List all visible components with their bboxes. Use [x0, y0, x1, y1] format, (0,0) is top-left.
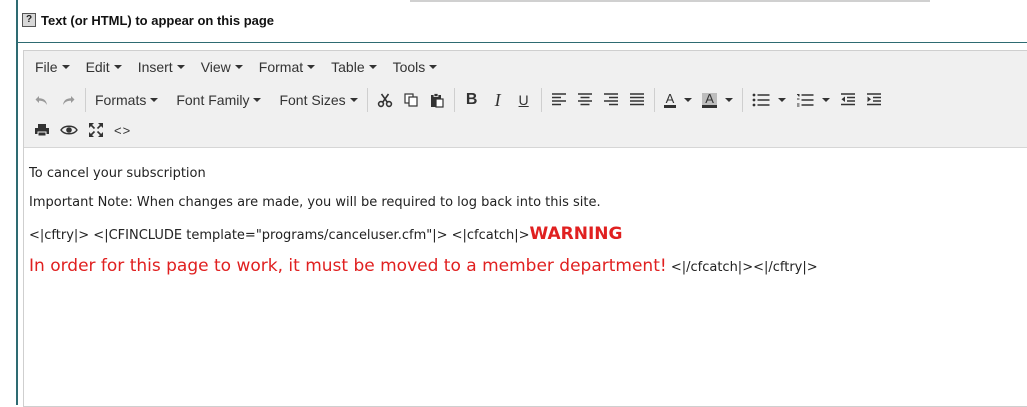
caret-down-icon: [368, 65, 377, 69]
caret-down-icon: [253, 98, 262, 102]
cfml-code-open: <|cftry|> <|CFINCLUDE template="programs…: [29, 228, 530, 243]
cfml-code-close: <|/cfcatch|><|/cftry|>: [666, 260, 818, 275]
preview-button[interactable]: [55, 117, 83, 143]
text-color-icon: A: [663, 90, 677, 108]
outdent-button[interactable]: [835, 87, 861, 113]
copy-button[interactable]: [398, 87, 424, 113]
outdent-icon: [840, 93, 855, 106]
rich-text-editor: File Edit Insert View Format Table Tools…: [23, 50, 1027, 407]
align-left-button[interactable]: [546, 87, 572, 113]
toolbar-separator: [741, 88, 743, 112]
section-divider: [18, 42, 1027, 43]
align-left-icon: [551, 93, 566, 106]
caret-down-icon: [61, 65, 70, 69]
paste-button[interactable]: [424, 87, 450, 113]
caret-down-icon: [821, 98, 830, 102]
caret-down-icon: [429, 65, 438, 69]
fullscreen-icon: [89, 123, 103, 137]
menu-tools[interactable]: Tools: [385, 51, 446, 83]
content-line-code: <|cftry|> <|CFINCLUDE template="programs…: [29, 224, 1027, 244]
warning-heading: WARNING: [529, 224, 623, 244]
caret-down-icon: [349, 98, 358, 102]
undo-icon: [35, 96, 47, 105]
indent-icon: [866, 93, 881, 106]
caret-down-icon: [176, 65, 185, 69]
toolbar-separator: [366, 88, 368, 112]
underline-button[interactable]: U: [511, 87, 537, 113]
content-line-note: Important Note: When changes are made, y…: [29, 195, 601, 210]
editor-toolbar: Formats Font Family Font Sizes B I U A A…: [24, 83, 1027, 148]
caret-down-icon: [113, 65, 122, 69]
scissors-icon: [377, 93, 392, 108]
toolbar-separator: [540, 88, 542, 112]
toolbar-row-2: <>: [24, 117, 1027, 143]
menu-edit[interactable]: Edit: [78, 51, 130, 83]
background-color-icon: A: [702, 92, 717, 108]
font-sizes-dropdown[interactable]: Font Sizes: [274, 87, 362, 113]
align-justify-button[interactable]: [624, 87, 650, 113]
caret-down-icon: [684, 98, 693, 102]
caret-down-icon: [724, 98, 733, 102]
redo-button[interactable]: [55, 87, 81, 113]
top-input-edge: [410, 0, 930, 2]
bullet-list-button[interactable]: [747, 87, 791, 113]
caret-down-icon: [150, 98, 159, 102]
eye-icon: [60, 125, 78, 135]
content-line-cancel: To cancel your subscription: [29, 166, 206, 181]
toolbar-separator: [85, 88, 86, 112]
numbered-list-button[interactable]: [791, 87, 835, 113]
paste-icon: [430, 93, 444, 108]
align-right-button[interactable]: [598, 87, 624, 113]
source-code-button[interactable]: <>: [109, 117, 136, 143]
menu-insert[interactable]: Insert: [130, 51, 193, 83]
redo-icon: [63, 96, 75, 105]
section-header: ? Text (or HTML) to appear on this page: [18, 6, 1027, 34]
italic-button[interactable]: I: [485, 87, 511, 113]
editor-content[interactable]: To cancel your subscription Important No…: [24, 148, 1027, 276]
section-title: Text (or HTML) to appear on this page: [41, 12, 275, 28]
align-center-button[interactable]: [572, 87, 598, 113]
caret-down-icon: [234, 65, 243, 69]
copy-icon: [404, 93, 418, 107]
menu-format[interactable]: Format: [251, 51, 323, 83]
indent-button[interactable]: [861, 87, 887, 113]
left-frame-border: [16, 0, 18, 405]
content-line-message: In order for this page to work, it must …: [29, 256, 1027, 276]
numbered-list-icon: [796, 94, 814, 107]
toolbar-separator: [453, 88, 455, 112]
undo-button[interactable]: [29, 87, 55, 113]
cut-button[interactable]: [372, 87, 398, 113]
font-family-dropdown[interactable]: Font Family: [171, 87, 266, 113]
menu-table[interactable]: Table: [323, 51, 384, 83]
warning-message: In order for this page to work, it must …: [29, 256, 667, 276]
caret-down-icon: [777, 98, 786, 102]
menu-file[interactable]: File: [27, 51, 78, 83]
menu-view[interactable]: View: [193, 51, 251, 83]
toolbar-separator: [653, 88, 655, 112]
formats-dropdown[interactable]: Formats: [90, 87, 163, 113]
help-icon[interactable]: ?: [22, 13, 36, 27]
bullet-list-icon: [752, 93, 770, 107]
text-color-button[interactable]: A: [659, 87, 698, 113]
editor-menubar: File Edit Insert View Format Table Tools: [24, 51, 1027, 83]
background-color-button[interactable]: A: [697, 87, 738, 113]
printer-icon: [35, 124, 49, 137]
caret-down-icon: [307, 65, 316, 69]
fullscreen-button[interactable]: [83, 117, 109, 143]
align-justify-icon: [629, 93, 644, 106]
align-center-icon: [577, 93, 592, 106]
code-icon: <>: [114, 122, 132, 138]
bold-button[interactable]: B: [459, 87, 485, 113]
align-right-icon: [603, 93, 618, 106]
print-button[interactable]: [29, 117, 55, 143]
toolbar-row-1: Formats Font Family Font Sizes B I U A A: [24, 83, 1027, 117]
